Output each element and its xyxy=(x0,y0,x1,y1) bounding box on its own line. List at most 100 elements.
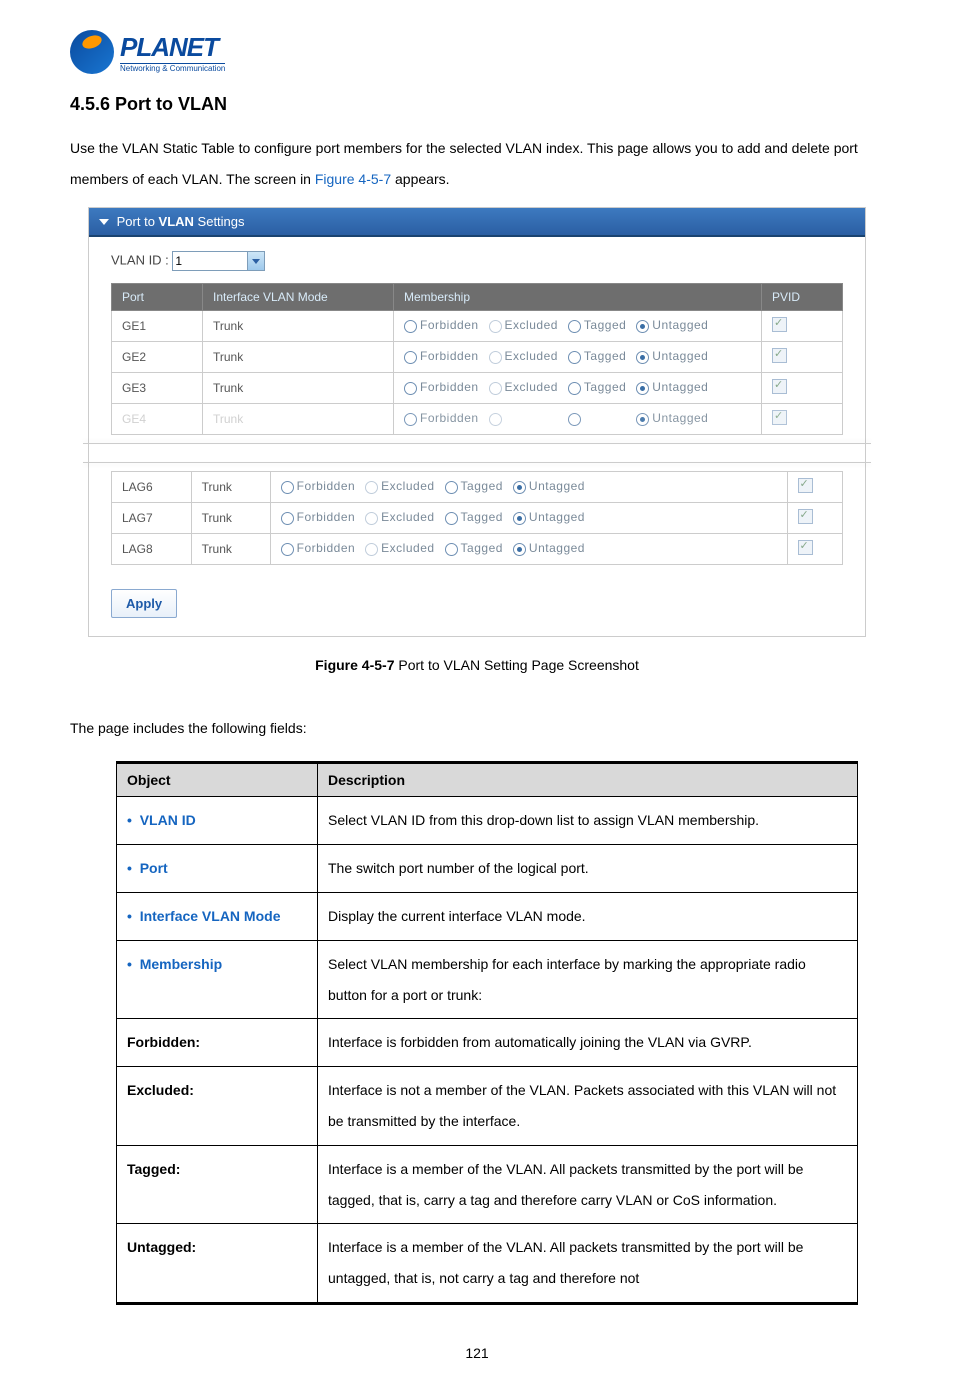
membership-term: Untagged: xyxy=(117,1224,318,1304)
membership-term: Tagged: xyxy=(117,1145,318,1224)
pvid-checkbox[interactable] xyxy=(772,410,787,425)
table-row: GE2TrunkForbiddenExcludedTaggedUntagged xyxy=(112,341,843,372)
pvid-checkbox[interactable] xyxy=(798,478,813,493)
fields-intro: The page includes the following fields: xyxy=(70,713,884,744)
radio-label-excluded: Excluded xyxy=(381,541,434,555)
radio-untagged[interactable] xyxy=(636,320,649,333)
vlan-id-dropdown-button[interactable] xyxy=(247,251,265,271)
membership-term: Excluded: xyxy=(117,1067,318,1146)
radio-forbidden[interactable] xyxy=(404,382,417,395)
table-row: LAG7TrunkForbiddenExcludedTaggedUntagged xyxy=(112,502,843,533)
radio-excluded[interactable] xyxy=(489,351,502,364)
membership-desc: Interface is a member of the VLAN. All p… xyxy=(318,1145,858,1224)
desc-object: • Port xyxy=(117,845,318,893)
radio-label-forbidden: Forbidden xyxy=(297,510,356,524)
pvid-checkbox[interactable] xyxy=(772,317,787,332)
cell-membership: ForbiddenExcludedTaggedUntagged xyxy=(270,502,787,533)
radio-tagged[interactable] xyxy=(445,481,458,494)
pvid-checkbox[interactable] xyxy=(798,509,813,524)
cell-port: LAG8 xyxy=(112,533,192,564)
figure-caption: Figure 4-5-7 Port to VLAN Setting Page S… xyxy=(70,657,884,673)
desc-description: Display the current interface VLAN mode. xyxy=(318,892,858,940)
th-port: Port xyxy=(112,283,203,310)
cell-mode: Trunk xyxy=(203,310,394,341)
radio-untagged[interactable] xyxy=(636,413,649,426)
radio-forbidden[interactable] xyxy=(404,320,417,333)
cell-mode: Trunk xyxy=(191,471,270,502)
membership-row: Untagged:Interface is a member of the VL… xyxy=(117,1224,858,1304)
cell-pvid xyxy=(787,533,843,564)
radio-label-excluded: Excluded xyxy=(505,318,558,332)
radio-excluded[interactable] xyxy=(489,320,502,333)
figure-caption-bold: Figure 4-5-7 xyxy=(315,657,394,673)
figure-caption-rest: Port to VLAN Setting Page Screenshot xyxy=(394,657,638,673)
figure-reference-link: Figure 4-5-7 xyxy=(315,171,391,187)
radio-untagged[interactable] xyxy=(636,382,649,395)
desc-row: • PortThe switch port number of the logi… xyxy=(117,845,858,893)
pvid-checkbox[interactable] xyxy=(772,348,787,363)
table-row: GE1TrunkForbiddenExcludedTaggedUntagged xyxy=(112,310,843,341)
pvid-checkbox[interactable] xyxy=(772,379,787,394)
radio-tagged[interactable] xyxy=(568,351,581,364)
table-row: LAG8TrunkForbiddenExcludedTaggedUntagged xyxy=(112,533,843,564)
cell-port: GE1 xyxy=(112,310,203,341)
cell-port: LAG6 xyxy=(112,471,192,502)
radio-forbidden[interactable] xyxy=(281,512,294,525)
vlan-id-input[interactable] xyxy=(172,251,248,271)
desc-row: • VLAN IDSelect VLAN ID from this drop-d… xyxy=(117,797,858,845)
radio-forbidden[interactable] xyxy=(404,351,417,364)
radio-label-untagged: Untagged xyxy=(652,380,708,394)
radio-tagged[interactable] xyxy=(568,320,581,333)
desc-object: • Interface VLAN Mode xyxy=(117,892,318,940)
radio-label-untagged: Untagged xyxy=(652,349,708,363)
radio-label-tagged: Tagged xyxy=(461,541,503,555)
membership-desc: Interface is not a member of the VLAN. P… xyxy=(318,1067,858,1146)
radio-forbidden[interactable] xyxy=(281,543,294,556)
radio-forbidden[interactable] xyxy=(404,413,417,426)
radio-excluded[interactable] xyxy=(365,481,378,494)
table-row: GE4TrunkForbiddenExcludedTaggedUntagged xyxy=(112,403,843,434)
membership-desc: Interface is forbidden from automaticall… xyxy=(318,1019,858,1067)
panel-header: Port to VLAN Settings xyxy=(89,208,865,237)
cell-pvid xyxy=(787,471,843,502)
cell-membership: Forbidden Excluded Tagged Untagged xyxy=(270,533,787,564)
section-heading: 4.5.6 Port to VLAN xyxy=(70,94,884,115)
intro-paragraph: Use the VLAN Static Table to configure p… xyxy=(70,133,884,195)
desc-object: • VLAN ID xyxy=(117,797,318,845)
cell-port: GE2 xyxy=(112,341,203,372)
radio-label-forbidden: Forbidden xyxy=(297,479,356,493)
radio-label-untagged: Untagged xyxy=(529,479,585,493)
membership-desc: Interface is a member of the VLAN. All p… xyxy=(318,1224,858,1304)
radio-untagged[interactable] xyxy=(513,543,526,556)
radio-label-forbidden: Forbidden xyxy=(420,380,479,394)
cell-mode: Trunk xyxy=(203,341,394,372)
radio-label-excluded: Excluded xyxy=(381,510,434,524)
cell-pvid xyxy=(787,502,843,533)
radio-untagged[interactable] xyxy=(513,512,526,525)
radio-tagged[interactable] xyxy=(568,382,581,395)
radio-label-untagged: Untagged xyxy=(529,541,585,555)
radio-excluded[interactable] xyxy=(365,543,378,556)
radio-excluded[interactable] xyxy=(489,382,502,395)
radio-excluded[interactable] xyxy=(365,512,378,525)
apply-button[interactable]: Apply xyxy=(111,589,177,618)
description-table: Object Description • VLAN IDSelect VLAN … xyxy=(116,761,858,1305)
panel-title: Port to VLAN Settings xyxy=(117,214,245,229)
membership-term: Forbidden: xyxy=(117,1019,318,1067)
radio-label-excluded: Excluded xyxy=(505,349,558,363)
radio-untagged[interactable] xyxy=(636,351,649,364)
radio-tagged[interactable] xyxy=(445,512,458,525)
membership-intro: Select VLAN membership for each interfac… xyxy=(318,940,858,1019)
th-object: Object xyxy=(117,763,318,797)
radio-tagged[interactable] xyxy=(445,543,458,556)
radio-forbidden[interactable] xyxy=(281,481,294,494)
th-pvid: PVID xyxy=(762,283,843,310)
vlan-id-label: VLAN ID : xyxy=(111,252,169,267)
pvid-checkbox[interactable] xyxy=(798,540,813,555)
obj-membership: • Membership xyxy=(117,940,318,1019)
radio-label-tagged: Tagged xyxy=(584,380,626,394)
radio-untagged[interactable] xyxy=(513,481,526,494)
radio-label-forbidden: Forbidden xyxy=(297,541,356,555)
radio-label-tagged: Tagged xyxy=(584,318,626,332)
th-mode: Interface VLAN Mode xyxy=(203,283,394,310)
